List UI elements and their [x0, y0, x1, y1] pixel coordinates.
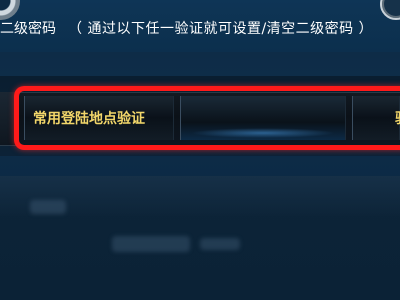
header: 二级密码 （ 通过以下任一验证就可设置/清空二级密码 ） — [0, 18, 373, 38]
blurred-text — [112, 236, 190, 252]
blurred-text — [30, 200, 66, 214]
blurred-text — [200, 238, 240, 250]
highlight-box — [14, 86, 400, 150]
page-title: 二级密码 — [0, 21, 56, 37]
header-hint: （ 通过以下任一验证就可设置/清空二级密码 ） — [68, 21, 374, 37]
